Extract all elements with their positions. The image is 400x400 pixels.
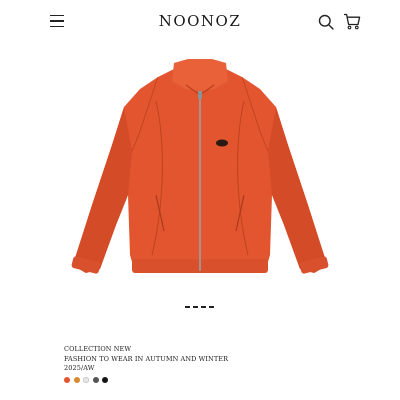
color-swatch-dark-gray[interactable] bbox=[92, 377, 99, 383]
brand-logo[interactable]: NOONOZ bbox=[0, 12, 400, 30]
color-swatch-orange[interactable] bbox=[64, 377, 70, 383]
pager-dot bbox=[209, 306, 214, 308]
color-swatch-mustard[interactable] bbox=[73, 377, 80, 383]
orange-zip-jacket-icon bbox=[71, 59, 329, 274]
collection-info: COLLECTION NEW FASHION TO WEAR IN AUTUMN… bbox=[64, 345, 228, 374]
header: NOONOZ bbox=[0, 0, 400, 46]
pager-dot bbox=[193, 306, 198, 308]
color-swatch-light-gray[interactable] bbox=[83, 377, 89, 383]
product-image[interactable] bbox=[52, 55, 348, 291]
search-icon[interactable] bbox=[318, 14, 334, 30]
collection-subtitle: FASHION TO WEAR IN AUTUMN AND WINTER bbox=[64, 354, 229, 363]
cart-icon[interactable] bbox=[343, 13, 361, 30]
pager-dot bbox=[185, 306, 190, 308]
collection-title: COLLECTION NEW bbox=[64, 345, 132, 353]
pager-dot bbox=[201, 306, 206, 308]
collection-season: 2025/AW bbox=[64, 364, 95, 372]
color-swatch-black[interactable] bbox=[102, 377, 108, 383]
image-pager[interactable] bbox=[185, 306, 217, 310]
